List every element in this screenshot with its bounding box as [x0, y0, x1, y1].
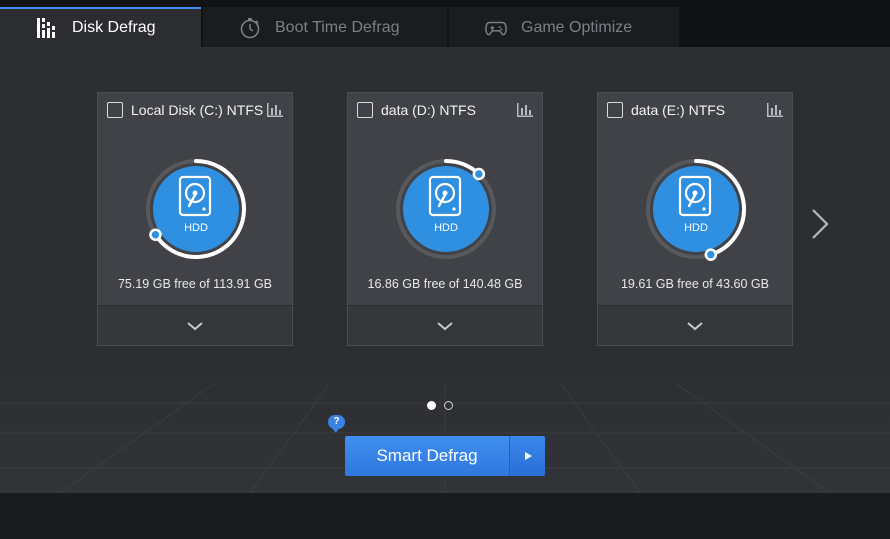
chevron-right-icon[interactable]	[808, 207, 832, 241]
stopwatch-icon	[239, 17, 261, 39]
disk-type-label: HDD	[184, 222, 208, 234]
disk-label: data (E:) NTFS	[631, 102, 726, 118]
expand-button[interactable]	[598, 305, 792, 345]
pagination-dots	[427, 401, 453, 410]
page-dot-2[interactable]	[444, 401, 453, 410]
disk-free-space: 19.61 GB free of 43.60 GB	[620, 277, 769, 291]
disk-circle	[153, 166, 239, 252]
bar-chart-icon[interactable]	[516, 102, 534, 118]
tab-label: Boot Time Defrag	[275, 19, 400, 36]
help-badge[interactable]: ?	[328, 415, 345, 433]
tab-boot-time-defrag[interactable]: Boot Time Defrag	[203, 7, 447, 47]
chevron-down-icon	[687, 321, 703, 330]
card-header: data (E:) NTFS	[607, 101, 784, 119]
chevron-down-icon	[437, 321, 453, 330]
tab-game-optimize[interactable]: Game Optimize	[449, 7, 679, 47]
disk-free-space: 75.19 GB free of 113.91 GB	[117, 277, 273, 291]
smart-defrag-split-button: Smart Defrag	[345, 436, 545, 476]
expand-button[interactable]	[348, 305, 542, 345]
disk-checkbox[interactable]	[607, 102, 623, 118]
smart-defrag-button[interactable]: Smart Defrag	[345, 436, 509, 476]
tab-disk-defrag[interactable]: Disk Defrag	[0, 7, 201, 47]
bar-chart-icon[interactable]	[266, 102, 284, 118]
disk-checkbox[interactable]	[357, 102, 373, 118]
gauge-knob	[149, 228, 162, 241]
card-header: Local Disk (C:) NTFS	[107, 101, 284, 119]
tab-label: Game Optimize	[521, 19, 633, 36]
disk-card-e[interactable]: data (E:) NTFS HDD 19.61 GB free of 43.6…	[597, 92, 793, 346]
disk-usage-gauge: HDD	[396, 159, 496, 259]
disk-defrag-panel: Local Disk (C:) NTFS HDD 75.19 GB free o…	[0, 47, 890, 493]
chevron-down-icon	[187, 321, 203, 330]
disk-circle	[653, 166, 739, 252]
gauge-knob	[704, 248, 718, 261]
disk-type-label: HDD	[434, 222, 458, 234]
disk-type-label: HDD	[684, 222, 708, 234]
disk-label: data (D:) NTFS	[381, 102, 476, 118]
disk-usage-gauge: HDD	[646, 159, 746, 261]
tab-label: Disk Defrag	[72, 19, 156, 36]
disk-free-space: 16.86 GB free of 140.48 GB	[367, 277, 523, 291]
bottom-status-bar	[0, 493, 890, 539]
disk-card-d[interactable]: data (D:) NTFS HDD 16.86 GB free of 140.…	[347, 92, 543, 346]
disk-label: Local Disk (C:) NTFS	[131, 102, 264, 118]
gauge-knob	[472, 167, 486, 181]
disk-card-c[interactable]: Local Disk (C:) NTFS HDD 75.19 GB free o…	[97, 92, 293, 346]
gamepad-icon	[485, 17, 507, 39]
bar-chart-icon[interactable]	[766, 102, 784, 118]
disk-checkbox[interactable]	[107, 102, 123, 118]
page-dot-1[interactable]	[427, 401, 436, 410]
expand-button[interactable]	[98, 305, 292, 345]
card-header: data (D:) NTFS	[357, 101, 534, 119]
smart-defrag-options-button[interactable]	[509, 436, 545, 476]
defrag-bars-icon	[36, 17, 58, 39]
play-arrow-icon	[524, 452, 532, 460]
tab-bar: Disk Defrag Boot Time Defrag Game Optimi…	[0, 0, 890, 47]
disk-usage-gauge: HDD	[146, 159, 246, 259]
